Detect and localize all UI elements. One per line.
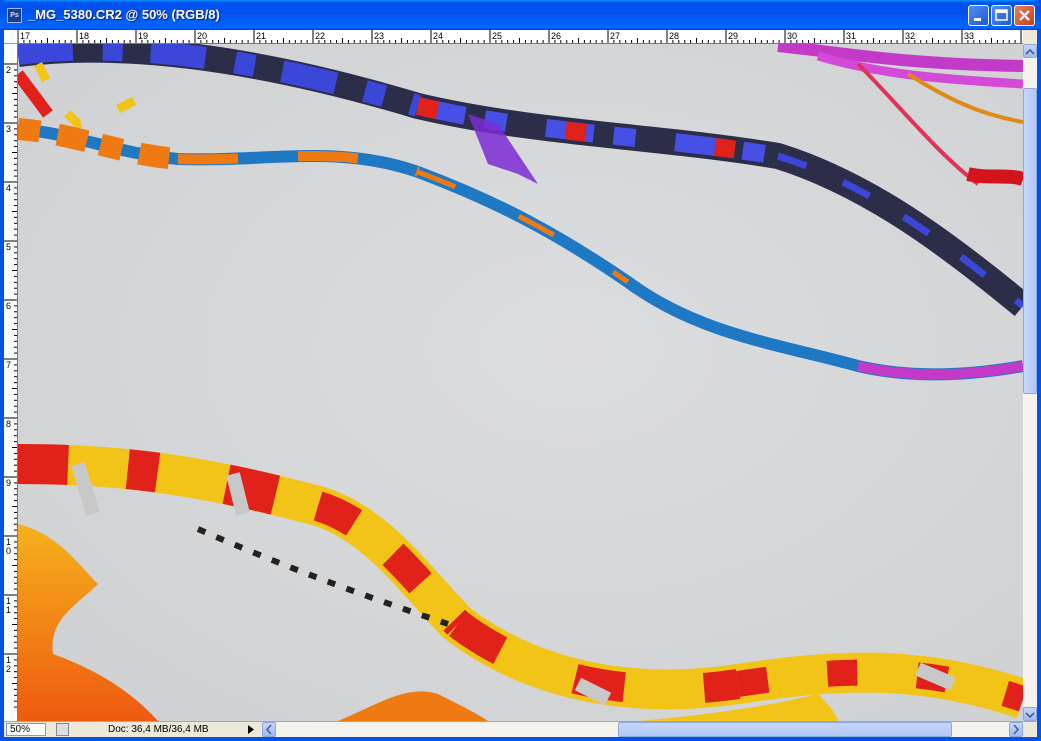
ruler-label: 33 <box>964 31 974 41</box>
vertical-ruler-ticks: 23456789101112 <box>4 63 17 708</box>
ruler-label: 21 <box>256 31 266 41</box>
image-canvas[interactable] <box>18 44 1023 721</box>
scroll-right-button[interactable] <box>1009 722 1023 737</box>
maximize-button[interactable] <box>991 5 1012 26</box>
document-window: Ps _MG_5380.CR2 @ 50% (RGB/8) 17 18 19 20 21… <box>0 0 1041 741</box>
ruler-label: 32 <box>905 31 915 41</box>
vertical-ruler[interactable]: 23456789101112 <box>4 44 18 723</box>
status-bar: 50% Doc: 36,4 MB/36,4 MB <box>4 721 1037 737</box>
ruler-label: 8 <box>6 419 11 429</box>
ruler-origin[interactable] <box>4 30 18 44</box>
scroll-left-button[interactable] <box>262 722 276 737</box>
scroll-up-button[interactable] <box>1023 44 1037 58</box>
ruler-label: 30 <box>787 31 797 41</box>
ruler-label: 3 <box>6 124 11 134</box>
ruler-label: 2 <box>6 65 11 75</box>
horizontal-scroll-thumb[interactable] <box>618 722 952 737</box>
ruler-label: 0 <box>6 546 11 556</box>
ruler-label: 9 <box>6 478 11 488</box>
ruler-label: 20 <box>197 31 207 41</box>
ruler-label: 26 <box>551 31 561 41</box>
horizontal-ruler-ticks: 17181920212223242526272829303132333 <box>18 30 1022 43</box>
minimize-icon <box>974 18 981 21</box>
ruler-label: 4 <box>6 183 11 193</box>
photoshop-icon[interactable]: Ps <box>7 8 22 23</box>
navigator-icon[interactable] <box>56 723 69 736</box>
arrow-up-icon <box>1025 48 1035 55</box>
status-menu-arrow[interactable] <box>246 723 256 736</box>
doc-size-info: Doc: 36,4 MB/36,4 MB <box>108 724 209 735</box>
ruler-label: 29 <box>728 31 738 41</box>
close-icon <box>1019 10 1030 21</box>
arrow-right-icon <box>1013 724 1020 735</box>
close-button[interactable] <box>1014 5 1035 26</box>
title-bar[interactable]: Ps _MG_5380.CR2 @ 50% (RGB/8) <box>0 0 1041 30</box>
ruler-label: 18 <box>79 31 89 41</box>
ruler-label: 22 <box>315 31 325 41</box>
ruler-label: 17 <box>20 31 30 41</box>
horizontal-scrollbar[interactable] <box>262 722 1023 737</box>
maximize-icon <box>995 9 1008 21</box>
ruler-label: 1 <box>6 605 11 615</box>
ruler-label: 23 <box>374 31 384 41</box>
ruler-label: 28 <box>669 31 679 41</box>
ruler-label: 6 <box>6 301 11 311</box>
vertical-scrollbar[interactable] <box>1023 44 1037 721</box>
window-title: _MG_5380.CR2 @ 50% (RGB/8) <box>28 7 220 22</box>
ruler-label: 7 <box>6 360 11 370</box>
zoom-input[interactable]: 50% <box>6 723 46 736</box>
scroll-down-button[interactable] <box>1023 707 1037 721</box>
ruler-label: 27 <box>610 31 620 41</box>
ruler-label: 2 <box>6 664 11 674</box>
ruler-label: 31 <box>846 31 856 41</box>
resize-grip[interactable] <box>1023 722 1037 737</box>
ruler-label: 24 <box>433 31 443 41</box>
horizontal-ruler[interactable]: 17181920212223242526272829303132333 <box>18 30 1023 44</box>
document-frame: 17181920212223242526272829303132333 2345… <box>4 30 1037 737</box>
vertical-scroll-thumb[interactable] <box>1023 88 1037 394</box>
kite-streamers-photo <box>18 44 1023 721</box>
ruler-label: 5 <box>6 242 11 252</box>
arrow-down-icon <box>1025 712 1035 719</box>
triangle-right-icon <box>248 725 254 734</box>
ruler-label: 25 <box>492 31 502 41</box>
arrow-left-icon <box>265 724 272 735</box>
minimize-button[interactable] <box>968 5 989 26</box>
ruler-label: 19 <box>138 31 148 41</box>
